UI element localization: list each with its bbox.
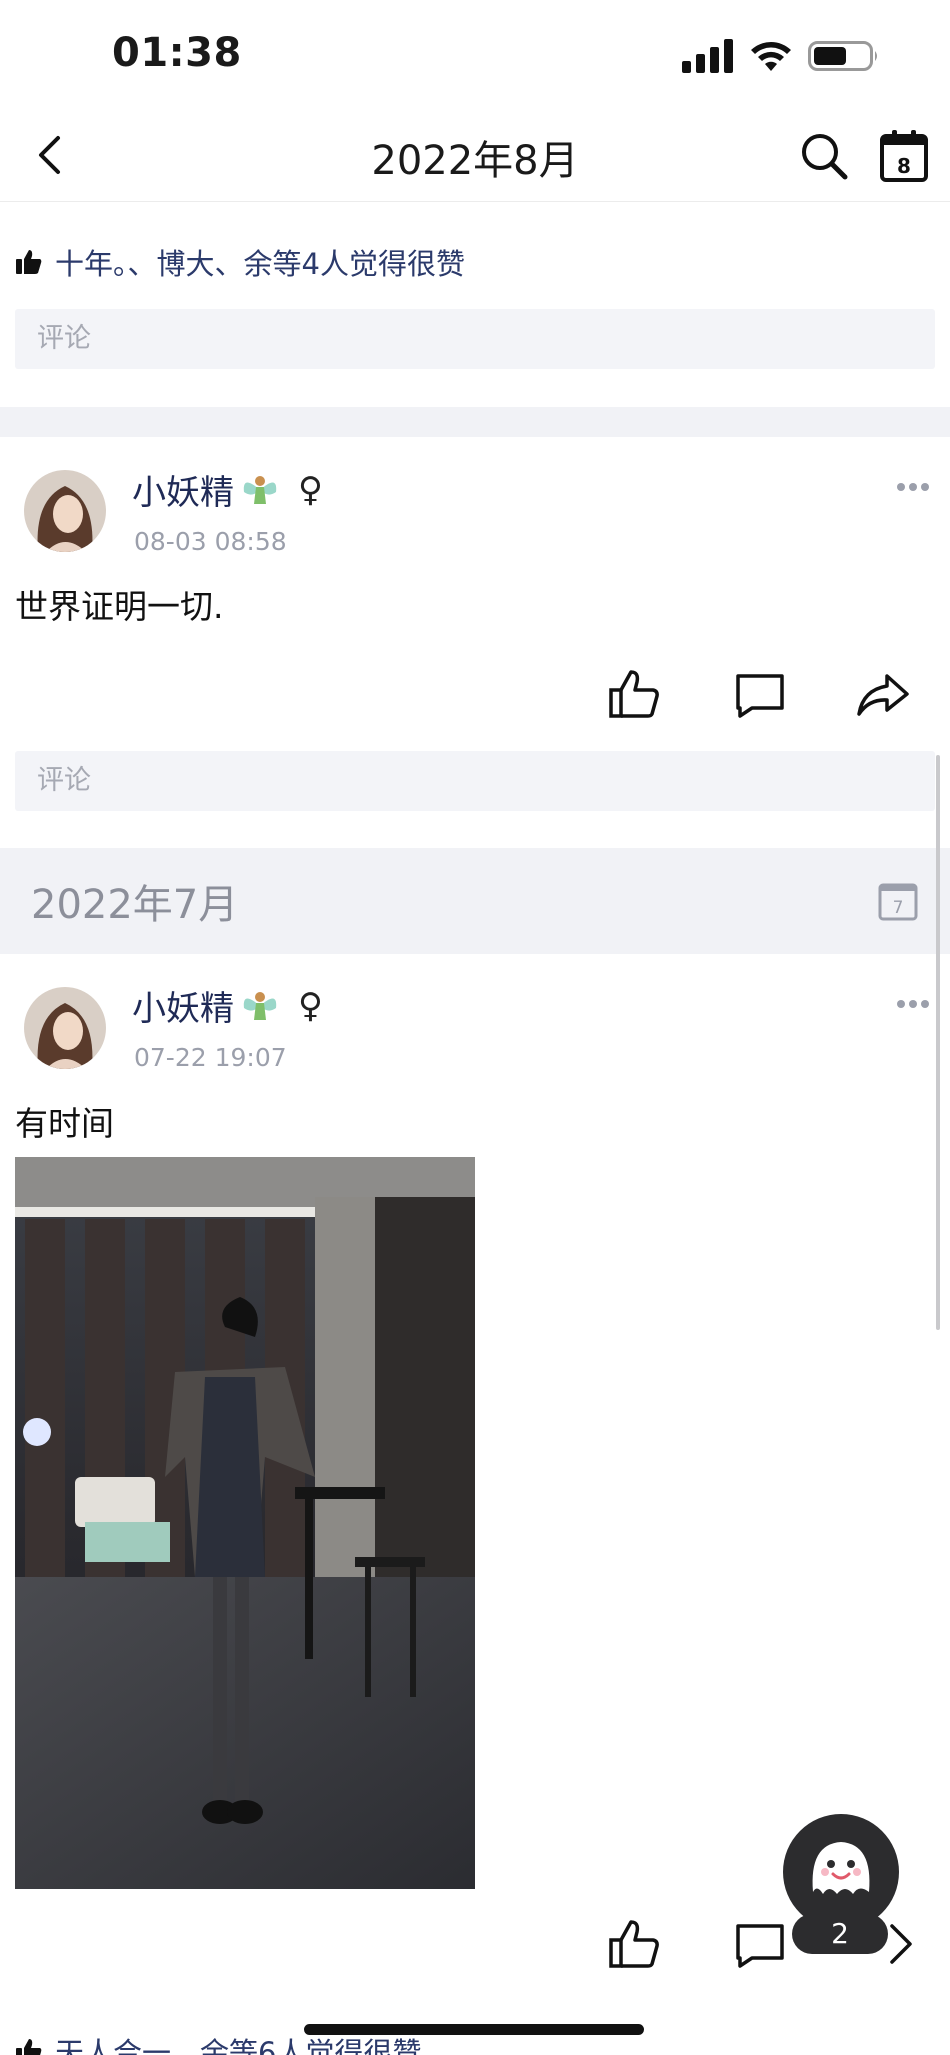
- female-gender-icon: ♀: [298, 469, 323, 510]
- calendar-icon[interactable]: 8: [878, 128, 930, 184]
- status-time: 01:38: [112, 30, 242, 76]
- month-calendar-day: 7: [893, 898, 904, 918]
- search-icon[interactable]: [798, 130, 850, 182]
- share-icon[interactable]: [855, 666, 911, 722]
- wifi-icon: [751, 42, 791, 71]
- notification-count-badge[interactable]: 2: [792, 1914, 888, 1954]
- comment-input[interactable]: 评论: [15, 309, 935, 369]
- post-text: 世界证明一切.: [15, 587, 224, 626]
- ghost-mascot-icon: [812, 1842, 870, 1894]
- avatar[interactable]: [24, 987, 106, 1069]
- post-time: 08-03 08:58: [134, 527, 287, 556]
- cellular-signal-icon: [682, 39, 733, 73]
- post-time: 07-22 19:07: [134, 1043, 287, 1072]
- post-text: 有时间: [15, 1104, 114, 1143]
- comment-input[interactable]: 评论: [15, 751, 935, 811]
- avatar[interactable]: [24, 470, 106, 552]
- nav-calendar-day: 8: [897, 154, 911, 178]
- battery-icon: [808, 41, 877, 71]
- comment-icon[interactable]: [732, 1916, 788, 1972]
- status-icons: [682, 36, 880, 76]
- thumb-up-filled-icon: [16, 250, 42, 274]
- female-gender-icon: ♀: [298, 985, 323, 1026]
- calendar-icon[interactable]: 7: [877, 880, 919, 922]
- more-options-icon[interactable]: [896, 998, 930, 1010]
- month-header: 2022年7月 7: [0, 848, 950, 954]
- username[interactable]: 小妖精 ♀: [132, 465, 323, 514]
- nav-bar: 2022年8月 8: [0, 110, 950, 202]
- likes-summary[interactable]: 十年。、博大、余等4人觉得很赞: [15, 238, 465, 286]
- like-icon[interactable]: [607, 666, 663, 722]
- post-divider: [0, 407, 950, 437]
- month-title: 2022年7月: [31, 882, 239, 928]
- thumb-up-filled-icon: [16, 2039, 42, 2055]
- status-bar: 01:38: [0, 0, 950, 110]
- more-options-icon[interactable]: [896, 481, 930, 493]
- likes-text: 十年。、博大、余等4人觉得很赞: [55, 247, 465, 281]
- scrollbar[interactable]: [936, 755, 940, 1330]
- username[interactable]: 小妖精 ♀: [132, 981, 323, 1030]
- home-indicator[interactable]: [304, 2024, 644, 2035]
- fairy-emoji-icon: [243, 475, 277, 504]
- fairy-emoji-icon: [243, 991, 277, 1020]
- comment-icon[interactable]: [732, 666, 788, 722]
- like-icon[interactable]: [607, 1916, 663, 1972]
- post-photo[interactable]: [15, 1157, 475, 1889]
- floating-chat-button[interactable]: [783, 1814, 899, 1930]
